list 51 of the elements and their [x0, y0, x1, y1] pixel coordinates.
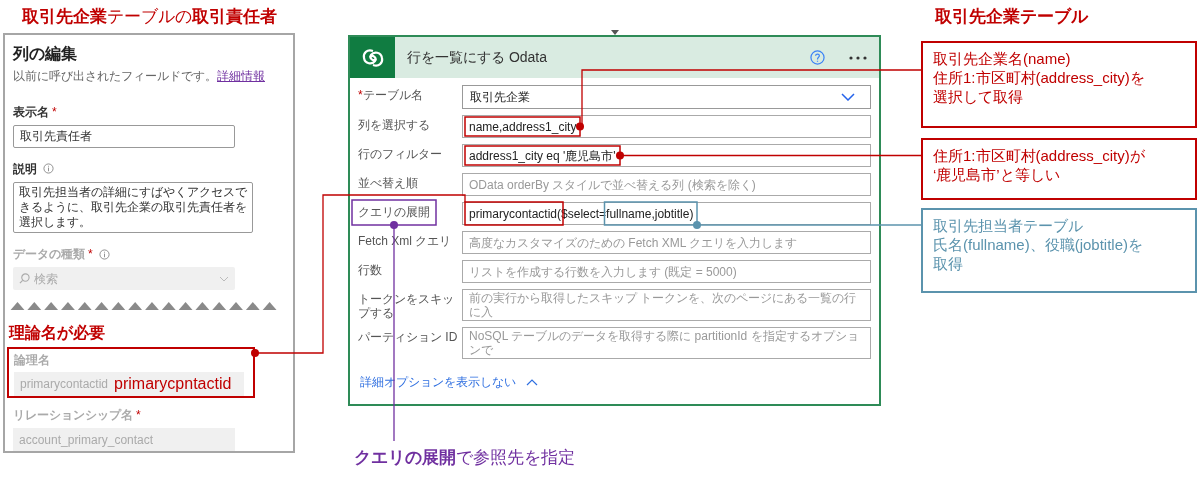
field-label: 行数 — [358, 263, 382, 277]
text-field[interactable]: 取引先責任者 — [13, 125, 235, 148]
input-field[interactable]: リストを作成する行数を入力します (既定 = 5000) — [462, 260, 871, 283]
annotation-text: 取得 — [933, 254, 963, 273]
more-icon[interactable] — [849, 55, 867, 60]
annotation-text: 住所1:市区町村(address_city)が — [933, 146, 1145, 165]
chevron-up-icon — [526, 378, 538, 386]
field-label: パーティション ID — [358, 330, 458, 344]
required-mark: * — [52, 104, 57, 121]
input-field[interactable]: name,address1_city — [462, 115, 871, 138]
field-label: テーブル名 — [362, 88, 423, 102]
diagram-title: 取引先企業テーブルの取引責任者 — [20, 6, 278, 28]
input-field[interactable]: 高度なカスタマイズのための Fetch XML クエリを入力します — [462, 231, 871, 254]
annotation-text: 取引先担当者テーブル — [933, 216, 1083, 235]
chevron-down-icon — [219, 275, 229, 282]
field-label: データの種類 — [13, 246, 85, 264]
note-label: 理論名が必要 — [9, 322, 106, 343]
help-icon[interactable] — [810, 50, 825, 65]
chevron-down-icon — [841, 93, 855, 101]
panel-subtitle: 以前に呼び出されたフィールドです。詳細情報 — [13, 68, 266, 85]
field-label: トークンをスキップする — [358, 292, 455, 320]
panel-title: 列の編集 — [13, 44, 78, 64]
field-label: 並べ替え順 — [358, 176, 418, 190]
learn-more-link[interactable]: 詳細情報 — [217, 69, 265, 83]
search-icon — [19, 273, 30, 285]
annotation-text: 選択して取得 — [933, 87, 1023, 106]
annotation-text: 取引先企業名(name) — [933, 49, 1071, 68]
input-field[interactable]: 前の実行から取得したスキップ トークンを、次のページにある一覧の行に入 — [462, 289, 871, 321]
input-field[interactable]: NoSQL テーブルのデータを取得する際に partitionId を指定するオプションで — [462, 327, 871, 359]
diagram-title: 取引先企業テーブル — [934, 6, 1090, 28]
input-field[interactable]: address1_city eq '鹿児島市' — [462, 144, 871, 167]
field-value: primarycontactid — [20, 375, 109, 393]
field-label: 説明 — [13, 160, 37, 178]
callout-text: primarycpntactid — [114, 373, 232, 394]
description-field[interactable]: 取引先担当者の詳細にすばやくアクセスできるように、取引先企業の取引先責任者を選択します。 — [13, 181, 253, 234]
field-label: 行のフィルター — [358, 147, 442, 161]
annotation-text: 氏名(fullname)、役職(jobtitle)を — [933, 235, 1144, 254]
required-mark: * — [136, 407, 141, 425]
field-label: 表示名 — [13, 104, 49, 121]
dropdown[interactable]: 取引先企業 — [462, 85, 871, 109]
field-label: 論理名 — [14, 351, 50, 369]
required-mark: * — [358, 88, 363, 102]
field-label: リレーションシップ名 — [13, 407, 133, 425]
required-mark: * — [88, 246, 93, 264]
annotation-text: ‘鹿児島市’と等しい — [933, 165, 1060, 184]
input-field[interactable]: OData orderBy スタイルで並べ替える列 (検索を除く) — [462, 173, 871, 196]
field-label: クエリの展開 — [358, 205, 430, 219]
caption: クエリの展開で参照先を指定 — [354, 446, 576, 469]
field-label: 列を選択する — [358, 118, 430, 132]
annotation-text: 住所1:市区町村(address_city)を — [933, 68, 1145, 87]
card-title: 行を一覧にする Odata — [407, 48, 549, 67]
